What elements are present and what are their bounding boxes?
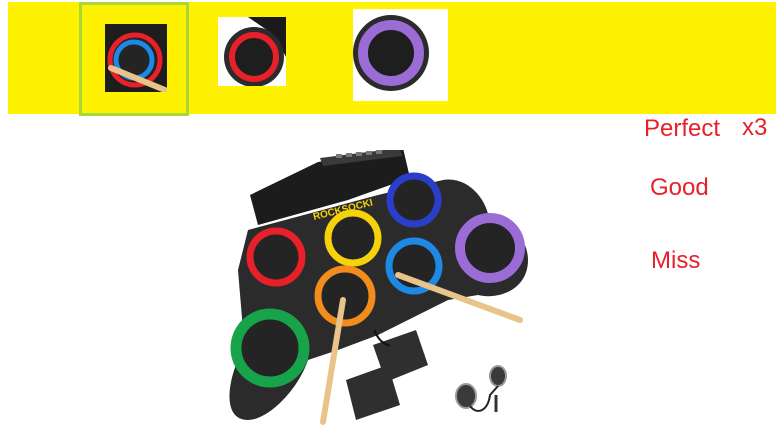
pad-orange — [314, 265, 376, 327]
pad-yellow — [324, 209, 382, 267]
note-tile-purple[interactable] — [353, 9, 448, 101]
perfect-label: Perfect — [644, 115, 721, 142]
earphone — [489, 365, 507, 387]
electronic-drum-kit-icon: ROCKSOCKI — [229, 148, 528, 425]
earphone — [455, 383, 477, 409]
drum-kit-image: ROCKSOCKI — [228, 148, 528, 428]
purple-pad-note-icon — [353, 15, 429, 91]
pad-purple — [455, 213, 525, 283]
good-label: Good — [650, 174, 709, 201]
pad-red — [246, 227, 306, 287]
pad-navy — [386, 172, 442, 228]
red-pad-note-icon — [224, 17, 286, 87]
hit-zone — [79, 2, 189, 116]
pad-green — [230, 308, 310, 388]
note-tile-red[interactable] — [218, 17, 286, 87]
combo-counter: x3 — [742, 114, 768, 141]
miss-label: Miss — [651, 247, 701, 274]
